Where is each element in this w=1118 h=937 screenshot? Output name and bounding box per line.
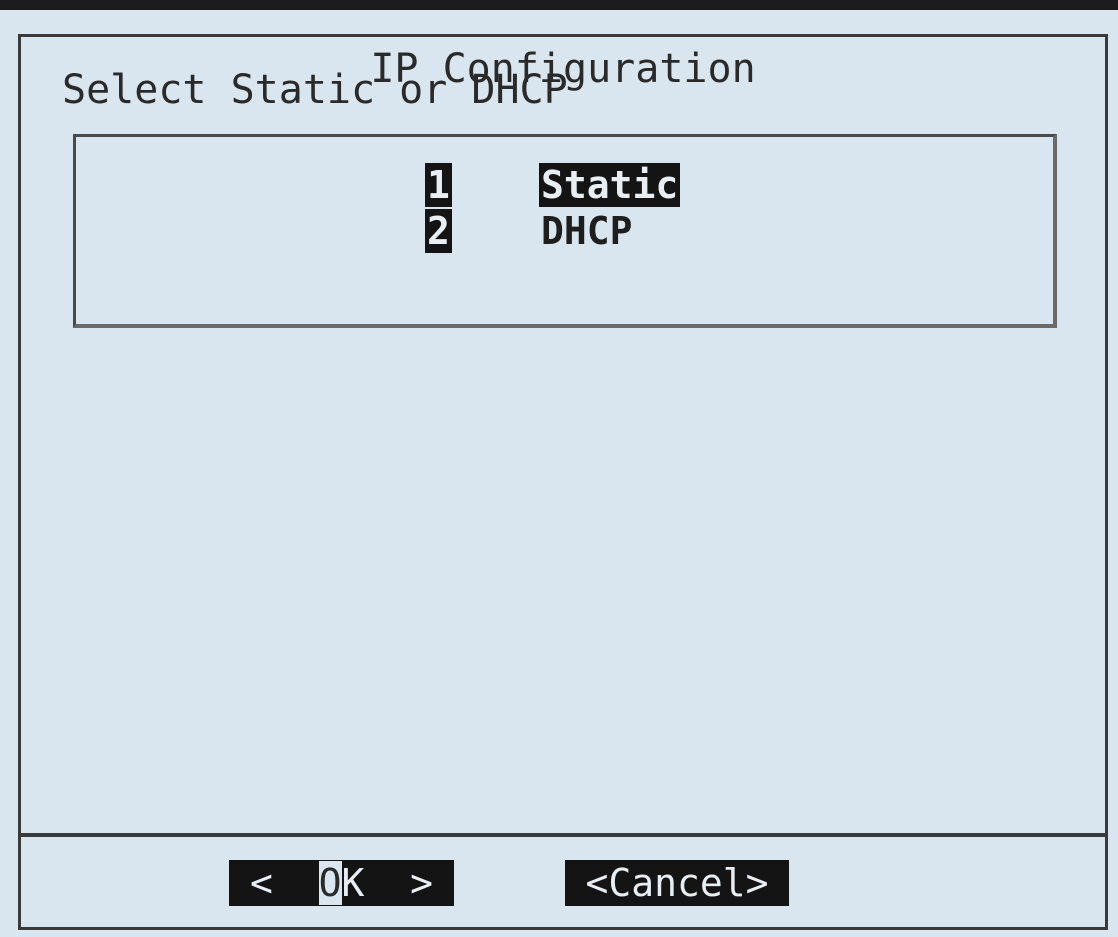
menu-item-label: DHCP — [541, 209, 633, 253]
menu-item-static[interactable]: 1 Static — [76, 163, 1053, 209]
menu-list: 1 Static 2 DHCP — [73, 134, 1057, 328]
terminal-screen: IP Configuration Select Static or DHCP 1… — [0, 0, 1118, 937]
menu-item-tag: 1 — [425, 163, 452, 207]
button-separator — [18, 833, 1108, 837]
ok-button-left-bracket: < — [249, 861, 273, 905]
ok-button-right-bracket: > — [410, 861, 434, 905]
menu-item-dhcp[interactable]: 2 DHCP — [76, 209, 1053, 255]
ok-button-hotkey: O — [318, 861, 342, 905]
menu-item-label: Static — [539, 163, 681, 207]
ok-button-label-rest: K — [341, 861, 365, 905]
menu-item-tag: 2 — [425, 209, 452, 253]
cancel-button[interactable]: <Cancel> — [565, 860, 789, 906]
ok-button[interactable]: < OK > — [229, 860, 454, 906]
ip-configuration-dialog: IP Configuration Select Static or DHCP 1… — [0, 10, 1118, 937]
dialog-prompt: Select Static or DHCP — [62, 67, 568, 113]
